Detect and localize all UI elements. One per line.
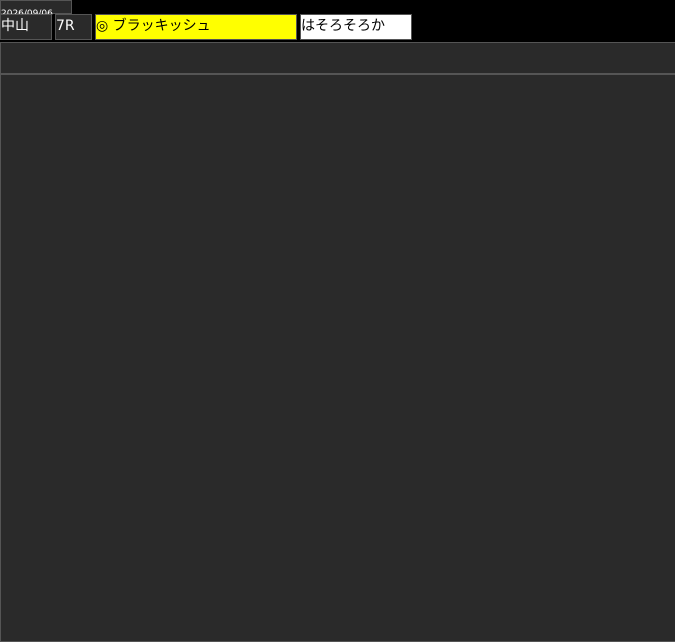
header-race-number: 7R <box>55 14 92 40</box>
header-venue: 中山 <box>0 14 52 40</box>
header-date: 2026/09/06 <box>0 0 72 19</box>
header-tagline: はそろそろか <box>300 14 412 40</box>
race-entries-table <box>0 74 675 642</box>
header-pick: ◎ ブラッキッシュ <box>95 14 297 40</box>
column-header-row <box>0 42 675 74</box>
